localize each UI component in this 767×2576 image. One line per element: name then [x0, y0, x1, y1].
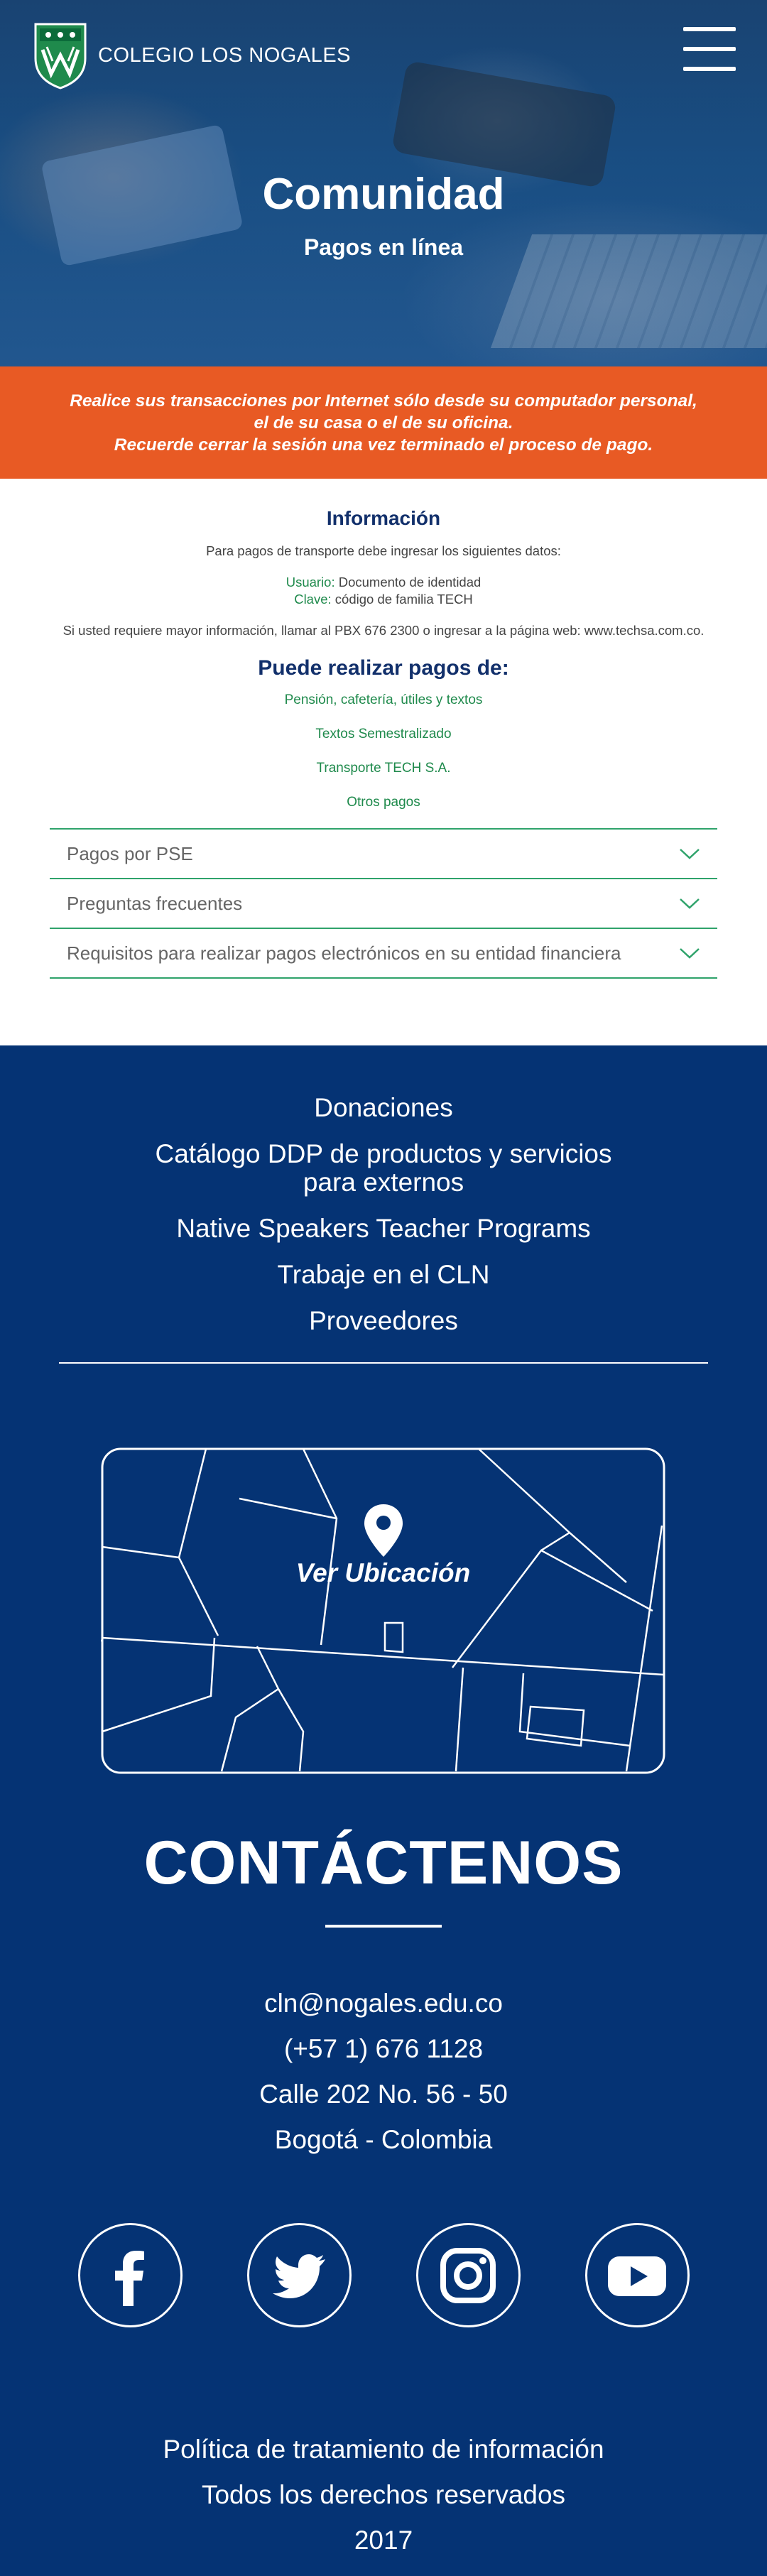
info-section: Información Para pagos de transporte deb… — [0, 479, 767, 979]
key-value: código de familia TECH — [334, 592, 473, 607]
info-title: Información — [326, 507, 441, 529]
instagram-button[interactable] — [415, 2223, 521, 2327]
hamburger-menu-button[interactable] — [683, 27, 736, 71]
twitter-icon — [273, 2254, 325, 2298]
site-logo[interactable]: COLEGIO LOS NOGALES — [33, 21, 351, 89]
hero-section: COLEGIO LOS NOGALES Comunidad Pagos en l… — [0, 0, 767, 366]
contact-address: Calle 202 No. 56 - 50 — [259, 2080, 508, 2109]
contact-phone-link[interactable]: (+57 1) 676 1128 — [0, 2026, 767, 2072]
youtube-icon — [608, 2256, 666, 2296]
footer-link-native-speakers[interactable]: Native Speakers Teacher Programs — [0, 1214, 767, 1243]
chevron-down-icon — [680, 898, 700, 909]
privacy-policy-link[interactable]: Política de tratamiento de información — [0, 2427, 767, 2472]
notice-line: Recuerde cerrar la sesión una vez termin… — [114, 435, 653, 455]
key-label: Clave: — [294, 592, 332, 607]
menu-bar-icon — [683, 47, 736, 51]
map-label-text: Ver Ubicación — [295, 1558, 471, 1587]
accordion: Pagos por PSE Preguntas frecuentes Requi… — [50, 828, 717, 979]
footer-link-donaciones[interactable]: Donaciones — [0, 1094, 767, 1122]
chevron-down-icon — [680, 948, 700, 959]
accordion-item-faq[interactable]: Preguntas frecuentes — [50, 879, 717, 929]
accordion-label: Pagos por PSE — [67, 842, 193, 864]
twitter-button[interactable] — [246, 2223, 352, 2327]
social-links — [0, 2223, 767, 2327]
youtube-button[interactable] — [584, 2223, 690, 2327]
menu-bar-icon — [683, 27, 736, 31]
menu-bar-icon — [683, 67, 736, 71]
contact-title: CONTÁCTENOS — [143, 1829, 624, 1897]
footer-divider — [59, 1362, 708, 1364]
notice-banner: Realice sus transacciones por Internet s… — [0, 366, 767, 479]
info-intro: Para pagos de transporte debe ingresar l… — [206, 543, 561, 558]
instagram-icon — [440, 2247, 496, 2303]
contact-email-link[interactable]: cln@nogales.edu.co — [0, 1981, 767, 2026]
footer-link-line: Catálogo DDP de productos y servicios — [155, 1139, 612, 1168]
page-subtitle: Pagos en línea — [303, 234, 464, 260]
key-line: Clave: código de familia TECH — [0, 591, 767, 608]
more-info-text: Si usted requiere mayor información, lla… — [62, 623, 705, 638]
accordion-item-pse[interactable]: Pagos por PSE — [50, 830, 717, 879]
payment-link[interactable]: Pensión, cafetería, útiles y textos — [0, 692, 767, 709]
legal-section: Política de tratamiento de información T… — [0, 2427, 767, 2563]
school-crest-icon — [34, 23, 87, 89]
map-label: Ver Ubicación — [101, 1447, 665, 1774]
user-line: Usuario: Documento de identidad — [0, 574, 767, 591]
contact-list: cln@nogales.edu.co (+57 1) 676 1128 Call… — [0, 1981, 767, 2163]
footer-link-proveedores[interactable]: Proveedores — [0, 1307, 767, 1335]
footer-link-trabaje[interactable]: Trabaje en el CLN — [0, 1261, 767, 1289]
notice-line: Realice sus transacciones por Internet s… — [70, 391, 697, 411]
location-map-button[interactable]: Ver Ubicación — [101, 1447, 665, 1774]
facebook-button[interactable] — [77, 2223, 183, 2327]
footer-links: Donaciones Catálogo DDP de productos y s… — [0, 1045, 767, 1335]
location-pin-icon — [364, 1504, 403, 1557]
user-label: Usuario: — [285, 575, 335, 589]
contact-city: Bogotá - Colombia — [274, 2125, 493, 2154]
site-footer: Donaciones Catálogo DDP de productos y s… — [0, 1045, 767, 2576]
user-value: Documento de identidad — [338, 575, 482, 589]
facebook-icon — [115, 2250, 144, 2306]
footer-link-catalogo[interactable]: Catálogo DDP de productos y servicios pa… — [0, 1140, 767, 1197]
payment-link[interactable]: Transporte TECH S.A. — [0, 760, 767, 777]
notice-line: el de su casa o el de su oficina. — [254, 413, 513, 433]
accordion-item-requirements[interactable]: Requisitos para realizar pagos electróni… — [50, 929, 717, 979]
accordion-label: Preguntas frecuentes — [67, 892, 243, 914]
logo-text: COLEGIO LOS NOGALES — [98, 43, 351, 67]
payment-link[interactable]: Otros pagos — [0, 794, 767, 811]
rights-text: Todos los derechos reservados — [201, 2480, 566, 2509]
accordion-label: Requisitos para realizar pagos electróni… — [67, 942, 621, 964]
page-title: Comunidad — [262, 170, 505, 219]
contact-underline — [325, 1925, 442, 1928]
chevron-down-icon — [680, 849, 700, 859]
footer-link-line: para externos — [303, 1168, 464, 1197]
payment-link[interactable]: Textos Semestralizado — [0, 726, 767, 743]
copyright-year: 2017 — [354, 2526, 413, 2555]
payments-title: Puede realizar pagos de: — [258, 656, 509, 680]
